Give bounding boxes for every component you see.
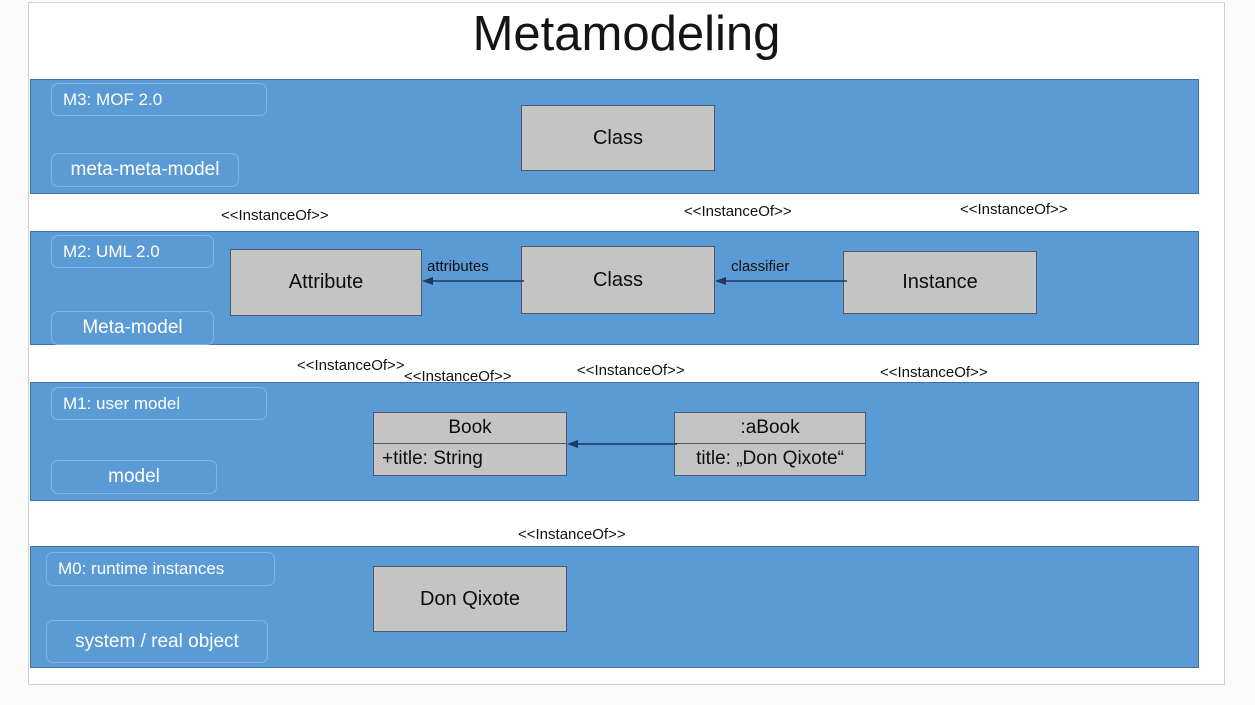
stereotype-label-2: <<InstanceOf>>	[684, 203, 792, 220]
association-arrow-abook-book	[567, 440, 677, 448]
layer-level-label-m3: M3: MOF 2.0	[51, 83, 267, 116]
uml-box-m0-don-qixote: Don Qixote	[373, 566, 567, 632]
stereotype-label-3: <<InstanceOf>>	[960, 201, 1068, 218]
uml-box-m1-abook-name: :aBook	[675, 413, 865, 444]
uml-box-m2-instance: Instance	[843, 251, 1037, 314]
uml-box-m3-class: Class	[521, 105, 715, 171]
stereotype-label-6: <<InstanceOf>>	[577, 362, 685, 379]
layer-level-label-m0: M0: runtime instances	[46, 552, 275, 586]
slide-root: Metamodeling M3: MOF 2.0 meta-meta-model…	[0, 0, 1255, 705]
layer-level-label-m1: M1: user model	[51, 387, 267, 420]
association-label-classifier: classifier	[731, 258, 790, 275]
stereotype-label-8: <<InstanceOf>>	[518, 526, 626, 543]
stereotype-label-7: <<InstanceOf>>	[880, 364, 988, 381]
uml-box-m1-book: Book +title: String	[373, 412, 567, 476]
uml-box-m2-attribute: Attribute	[230, 249, 422, 316]
uml-box-m1-abook-attribute: title: „Don Qixote“	[696, 448, 844, 470]
stereotype-label-1: <<InstanceOf>>	[221, 207, 329, 224]
layer-role-label-m0: system / real object	[46, 620, 268, 663]
association-label-attributes: attributes	[427, 258, 489, 275]
uml-box-m1-book-attribute: +title: String	[382, 448, 483, 470]
layer-role-label-m2: Meta-model	[51, 311, 214, 345]
layer-role-label-m3: meta-meta-model	[51, 153, 239, 187]
layer-role-label-m1: model	[51, 460, 217, 494]
uml-box-m1-book-name: Book	[374, 413, 566, 444]
stereotype-label-4: <<InstanceOf>>	[297, 357, 405, 374]
uml-box-m1-abook: :aBook title: „Don Qixote“	[674, 412, 866, 476]
uml-box-m2-class: Class	[521, 246, 715, 314]
page-title: Metamodeling	[472, 7, 781, 61]
layer-level-label-m2: M2: UML 2.0	[51, 235, 214, 268]
